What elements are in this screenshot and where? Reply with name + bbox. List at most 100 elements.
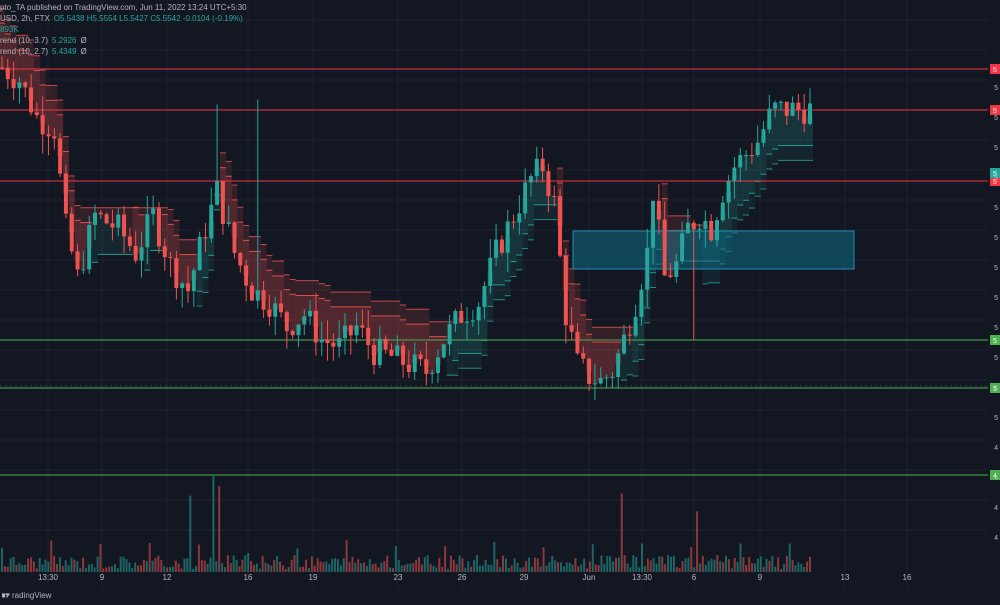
candle-body: [156, 208, 161, 247]
volume-bar: [797, 562, 800, 572]
candle-body: [470, 320, 475, 322]
volume-bar: [455, 564, 458, 572]
volume-bar: [134, 562, 137, 572]
volume-bar: [444, 546, 447, 572]
volume-bar: [290, 559, 293, 572]
volume-bar: [586, 568, 589, 572]
volume-bar: [707, 560, 710, 572]
volume-bar: [186, 558, 189, 572]
candle-body: [645, 247, 650, 290]
volume-bar: [223, 567, 226, 572]
volume-bar: [299, 567, 302, 572]
volume-bar: [559, 562, 562, 572]
volume-bar: [163, 566, 166, 572]
volume-bar: [490, 564, 493, 572]
volume-bar: [105, 567, 108, 572]
symbol-text[interactable]: USD, 2h, FTX: [0, 13, 50, 24]
volume-bar: [748, 556, 751, 572]
volume-bar: [461, 558, 464, 572]
volume-bar: [418, 556, 421, 572]
volume-bar: [762, 566, 765, 572]
price-chart[interactable]: 5555545555555555555444413:30 9 12 16 19 23 26 2…: [0, 0, 1000, 600]
volume-bar: [328, 564, 331, 572]
volume-bar: [125, 559, 128, 572]
y-tick-label: 5: [994, 175, 998, 182]
volume-bar: [200, 560, 203, 572]
candle-body: [604, 377, 609, 379]
volume-bar: [99, 543, 102, 572]
volume-bar: [730, 568, 733, 572]
volume-bar: [258, 568, 261, 572]
volume-bar: [449, 555, 452, 572]
candle-body: [546, 171, 551, 196]
volume-bar: [502, 555, 505, 572]
candle-body: [453, 310, 458, 324]
volume-bar: [669, 556, 672, 572]
candle-body: [360, 325, 365, 328]
volume-bar: [44, 559, 47, 572]
volume-bar: [267, 563, 270, 572]
candle-body: [63, 173, 68, 214]
candle-body: [709, 220, 714, 241]
volume-bar: [632, 555, 635, 572]
chart-area[interactable]: 5 5 5 5 5 4 5 5 5 5 5 5 5 5 5 5 5 5 5 4 4 4 4 13:30 9 12 16 19 23 26 2…: [0, 0, 1000, 600]
volume-bar: [609, 556, 612, 572]
candle-body: [366, 327, 371, 346]
volume-bar: [32, 561, 35, 572]
candle-body: [93, 212, 98, 225]
candle-body: [633, 316, 638, 336]
candle-body: [488, 257, 493, 287]
volume-bar: [739, 543, 742, 572]
indicator-row-1[interactable]: rend (10, 3.7) 5.2926 Ø: [0, 35, 247, 46]
volume-bar: [403, 565, 406, 572]
volume-bar: [363, 562, 366, 572]
volume-bar: [800, 563, 803, 572]
volume-bar: [232, 555, 235, 572]
candle-body: [290, 331, 295, 336]
candle-body: [459, 310, 464, 323]
candle-body: [337, 338, 342, 347]
volume-bar: [649, 560, 652, 572]
candle-body: [656, 200, 661, 220]
candle-body: [226, 222, 231, 225]
volume-bar: [357, 559, 360, 572]
candle-body: [255, 290, 260, 301]
volume-bar: [255, 563, 258, 572]
volume-bar: [113, 564, 116, 572]
volume-bar: [791, 560, 794, 572]
volume-bar: [380, 562, 383, 572]
candle-body: [418, 354, 423, 360]
volume-bar: [513, 558, 516, 572]
candle-body: [563, 255, 568, 326]
volume-bar: [3, 566, 6, 572]
volume-bar: [154, 557, 157, 572]
volume-bar: [84, 568, 87, 572]
candle-body: [395, 345, 400, 356]
volume-bar: [310, 556, 313, 572]
candle-body: [122, 214, 127, 237]
volume-bar: [803, 566, 806, 572]
candle-body: [354, 325, 359, 336]
volume-bar: [736, 562, 739, 572]
candle-body: [377, 338, 382, 365]
volume-bar: [528, 557, 531, 572]
candle-body: [401, 345, 406, 365]
x-tick-label: 9: [758, 573, 763, 582]
volume-bar: [195, 565, 198, 572]
volume-bar: [756, 558, 759, 572]
volume-bar: [296, 548, 299, 572]
x-tick-label: 9: [100, 573, 105, 582]
volume-bar: [82, 557, 85, 572]
volume-bar: [273, 559, 276, 572]
volume-bar: [166, 567, 169, 572]
volume-bar: [591, 544, 594, 572]
volume-bar: [510, 565, 513, 572]
support-price-label: 5: [993, 338, 997, 345]
indicator-value: 5.2926: [52, 36, 77, 45]
candle-body: [40, 115, 45, 135]
candle-body: [621, 334, 626, 354]
volume-bar: [180, 568, 183, 572]
volume-bar: [281, 565, 284, 572]
volume-bar: [516, 562, 519, 572]
indicator-row-2[interactable]: rend (10, 2.7) 5.4349 Ø: [0, 46, 247, 57]
